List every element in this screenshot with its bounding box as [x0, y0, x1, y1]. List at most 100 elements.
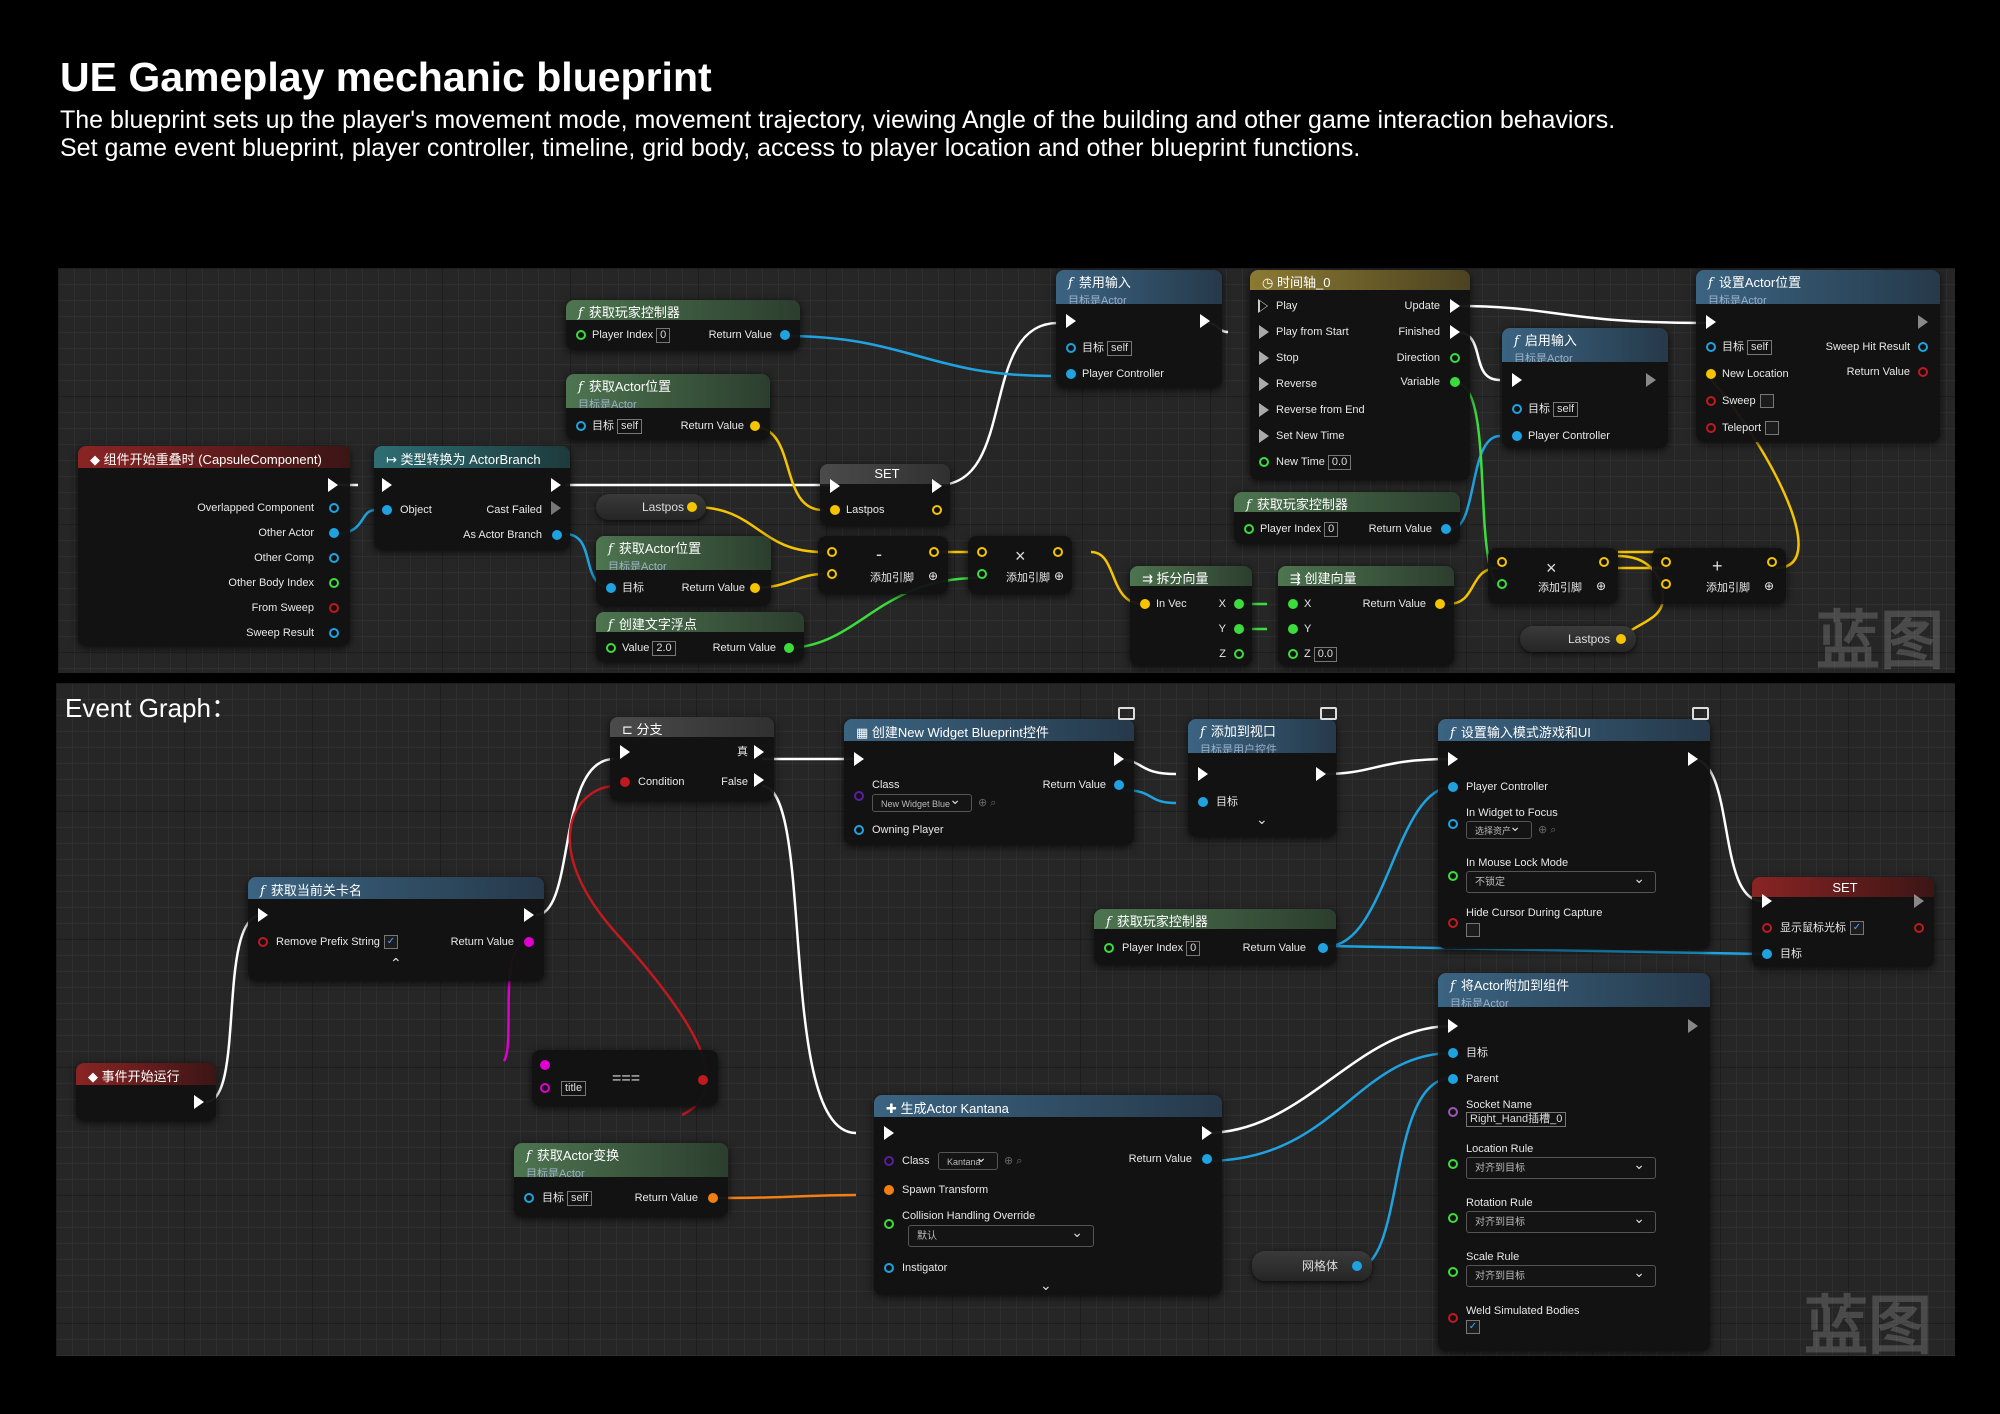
node-header[interactable]: ⇉ 拆分向量	[1130, 566, 1252, 586]
add-node[interactable]: + 添加引脚 ⊕	[1652, 548, 1786, 604]
add-pin-icon[interactable]: ⊕	[1596, 578, 1606, 594]
enum-pin[interactable]	[1448, 1267, 1458, 1277]
make-vector-node[interactable]: ⇶ 创建向量 X Y Z 0.0 Return Value	[1278, 566, 1454, 666]
blueprint-graph-top[interactable]: ◆ 组件开始重叠时 (CapsuleComponent) Overlapped …	[58, 268, 1955, 673]
exec-in-pin[interactable]	[1259, 325, 1269, 339]
node-header[interactable]: f 将Actor附加到组件 目标是Actor	[1438, 973, 1710, 1007]
new-time-input[interactable]: 0.0	[1327, 455, 1352, 470]
class-pin[interactable]	[854, 791, 864, 801]
self-input[interactable]: self	[1107, 341, 1133, 356]
float-pin[interactable]	[1234, 624, 1244, 634]
set-lastpos-node[interactable]: SET Lastpos	[820, 464, 950, 526]
string-pin[interactable]	[524, 937, 534, 947]
vector-pin[interactable]	[687, 502, 697, 512]
exec-in-pin[interactable]	[382, 478, 392, 492]
string-pin[interactable]	[540, 1083, 550, 1093]
branch-node[interactable]: ⊏ 分支 真 Condition False	[610, 717, 774, 801]
enable-input-node[interactable]: f 启用输入 目标是Actor 目标 self Player Controller	[1502, 328, 1668, 448]
exec-in-pin[interactable]	[1259, 351, 1269, 365]
float-pin[interactable]	[1288, 599, 1298, 609]
player-index-input[interactable]: 0	[656, 328, 671, 343]
get-actor-location-node[interactable]: f 获取Actor位置 目标是Actor 目标 self Return Value	[566, 374, 770, 440]
node-header[interactable]: f 添加到视口 目标是用户控件	[1188, 719, 1336, 753]
exec-in-pin[interactable]	[884, 1126, 894, 1140]
player-index-input[interactable]: 0	[1186, 941, 1201, 956]
float-pin[interactable]	[1234, 599, 1244, 609]
weld-checkbox[interactable]: ✓	[1466, 1320, 1480, 1334]
exec-in-pin[interactable]	[1448, 1019, 1458, 1033]
collapse-chevron-icon[interactable]: ⌃	[390, 955, 402, 972]
get-level-name-node[interactable]: f 获取当前关卡名 Remove Prefix String ✓ Return Va…	[248, 877, 544, 981]
bool-pin[interactable]	[258, 937, 268, 947]
object-pin[interactable]	[1448, 1074, 1458, 1084]
exec-out-pin[interactable]	[754, 745, 764, 759]
object-pin[interactable]	[1198, 797, 1208, 807]
node-header[interactable]: f 获取玩家控制器	[1094, 909, 1336, 929]
widget-focus-dropdown[interactable]: 选择资产	[1466, 817, 1532, 839]
name-pin[interactable]	[1448, 1107, 1458, 1117]
node-header[interactable]: f 获取玩家控制器	[566, 300, 800, 320]
vector-pin[interactable]	[1661, 557, 1671, 567]
transform-pin[interactable]	[708, 1193, 718, 1203]
exec-in-pin[interactable]	[258, 908, 268, 922]
mesh-variable[interactable]: 网格体	[1252, 1251, 1372, 1281]
float-pin[interactable]	[977, 569, 987, 579]
object-pin[interactable]	[576, 421, 586, 431]
exec-out-pin[interactable]	[328, 478, 338, 492]
struct-pin[interactable]	[329, 628, 339, 638]
vector-pin[interactable]	[830, 505, 840, 515]
object-pin[interactable]	[854, 825, 864, 835]
node-header[interactable]: f 创建文字浮点	[596, 612, 804, 632]
vector-pin[interactable]	[932, 505, 942, 515]
vector-pin[interactable]	[1706, 369, 1716, 379]
float-pin[interactable]	[1259, 457, 1269, 467]
exec-in-pin[interactable]	[1259, 429, 1269, 443]
string-pin[interactable]	[540, 1060, 550, 1070]
object-pin[interactable]	[1066, 343, 1076, 353]
attach-actor-node[interactable]: f 将Actor附加到组件 目标是Actor 目标 Parent Socket Na…	[1438, 973, 1710, 1351]
disable-input-node[interactable]: f 禁用输入 目标是Actor 目标 self Player Controller	[1056, 270, 1222, 388]
z-value-input[interactable]: 0.0	[1313, 647, 1338, 662]
exec-out-pin[interactable]	[551, 501, 561, 515]
exec-out-pin[interactable]	[1914, 894, 1924, 908]
hide-cursor-checkbox[interactable]	[1466, 923, 1480, 937]
object-pin[interactable]	[1441, 524, 1451, 534]
object-pin[interactable]	[382, 505, 392, 515]
vector-pin[interactable]	[750, 421, 760, 431]
exec-in-pin[interactable]	[1448, 752, 1458, 766]
node-header[interactable]: ✚ 生成Actor Kantana	[874, 1095, 1222, 1117]
object-pin[interactable]	[1066, 369, 1076, 379]
node-header[interactable]: f 获取Actor位置 目标是Actor	[566, 374, 770, 408]
player-index-input[interactable]: 0	[1324, 522, 1339, 537]
float-pin[interactable]	[1288, 624, 1298, 634]
get-actor-transform-node[interactable]: f 获取Actor变换 目标是Actor 目标 self Return Value	[514, 1143, 728, 1217]
float-pin[interactable]	[1497, 579, 1507, 589]
set-input-mode-node[interactable]: f 设置输入模式游戏和UI Player Controller In Widget…	[1438, 707, 1710, 949]
multiply-node[interactable]: × 添加引脚 ⊕	[1488, 548, 1618, 604]
scale-rule-dropdown[interactable]: 对齐到目标	[1466, 1261, 1656, 1287]
vector-pin[interactable]	[1599, 557, 1609, 567]
lastpos-variable[interactable]: Lastpos	[1520, 626, 1636, 652]
mouse-lock-dropdown[interactable]: 不锁定	[1466, 867, 1656, 893]
node-header[interactable]: ⇶ 创建向量	[1278, 566, 1454, 586]
exec-out-pin[interactable]	[1202, 1126, 1212, 1140]
vector-pin[interactable]	[1767, 557, 1777, 567]
exec-out-pin[interactable]	[1450, 299, 1460, 313]
exec-out-pin[interactable]	[1646, 373, 1656, 387]
self-input[interactable]: self	[1553, 402, 1579, 417]
get-actor-location-node[interactable]: f 获取Actor位置 目标是Actor 目标 Return Value	[596, 536, 771, 606]
subtract-node[interactable]: - 添加引脚 ⊕	[818, 536, 948, 594]
exec-in-pin[interactable]	[1512, 373, 1522, 387]
get-player-controller-node[interactable]: f 获取玩家控制器 Player Index 0 Return Value	[1234, 492, 1460, 544]
object-pin[interactable]	[1448, 782, 1458, 792]
struct-pin[interactable]	[1918, 342, 1928, 352]
object-pin[interactable]	[1448, 1048, 1458, 1058]
multiply-node[interactable]: × 添加引脚 ⊕	[968, 536, 1072, 594]
exec-in-pin[interactable]	[1198, 767, 1208, 781]
set-actor-location-node[interactable]: f 设置Actor位置 目标是Actor 目标 self New Location S…	[1696, 270, 1940, 442]
bool-pin[interactable]	[1762, 923, 1772, 933]
add-to-viewport-node[interactable]: f 添加到视口 目标是用户控件 目标 ⌄	[1188, 707, 1337, 837]
asset-browse-icon[interactable]: ⊕ ⌕	[978, 795, 996, 811]
get-player-controller-node[interactable]: f 获取玩家控制器 Player Index 0 Return Value	[566, 300, 800, 350]
int-pin[interactable]	[576, 330, 586, 340]
